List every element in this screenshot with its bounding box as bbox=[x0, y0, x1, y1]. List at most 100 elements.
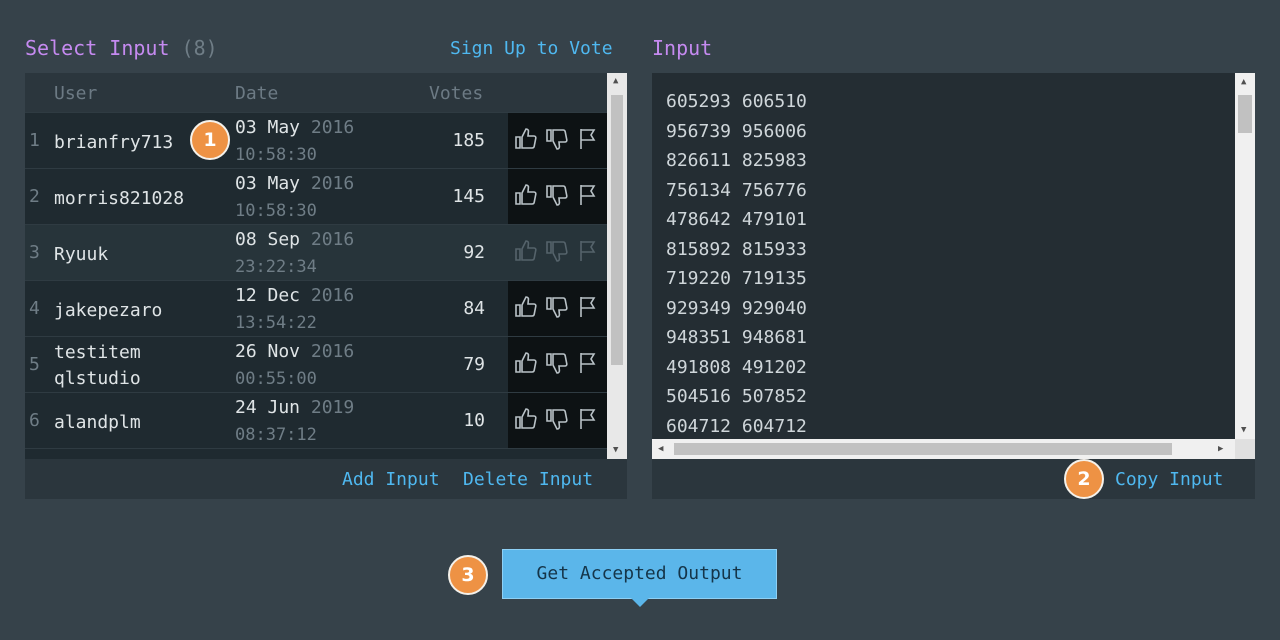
scroll-down-arrow-icon[interactable]: ▼ bbox=[1241, 425, 1246, 435]
row-date: 03 May 2016 bbox=[235, 173, 355, 194]
input-line: 826611 825983 bbox=[666, 150, 807, 171]
scroll-thumb[interactable] bbox=[1238, 95, 1252, 133]
flag-icon[interactable] bbox=[576, 407, 602, 433]
row-actions bbox=[508, 393, 607, 448]
row-user: testitem qlstudio bbox=[54, 342, 141, 389]
table-vertical-scrollbar[interactable]: ▲ ▼ bbox=[607, 73, 627, 459]
scroll-thumb[interactable] bbox=[611, 95, 623, 365]
thumbs-up-icon[interactable] bbox=[514, 407, 540, 433]
row-index: 5 bbox=[29, 354, 40, 375]
scroll-left-arrow-icon[interactable]: ◀ bbox=[658, 444, 663, 454]
scroll-up-arrow-icon[interactable]: ▲ bbox=[613, 76, 618, 86]
input-line: 504516 507852 bbox=[666, 386, 807, 407]
thumbs-down-icon[interactable] bbox=[545, 239, 571, 265]
row-index: 2 bbox=[29, 186, 40, 207]
thumbs-up-icon[interactable] bbox=[514, 127, 540, 153]
row-date: 12 Dec 2016 bbox=[235, 285, 355, 306]
flag-icon[interactable] bbox=[576, 295, 602, 321]
thumbs-down-icon[interactable] bbox=[545, 351, 571, 377]
row-user: jakepezaro bbox=[54, 300, 163, 321]
row-actions bbox=[508, 169, 607, 224]
row-index: 1 bbox=[29, 130, 40, 151]
flag-icon[interactable] bbox=[576, 127, 602, 153]
step-badge-2: 2 bbox=[1064, 459, 1104, 499]
copy-input-button[interactable]: Copy Input bbox=[1115, 469, 1223, 490]
input-content: 605293 606510 956739 956006 826611 82598… bbox=[666, 90, 807, 444]
row-user: Ryuuk bbox=[54, 244, 109, 265]
thumbs-up-icon[interactable] bbox=[514, 295, 540, 321]
thumbs-down-icon[interactable] bbox=[545, 295, 571, 321]
row-index: 3 bbox=[29, 242, 40, 263]
row-actions bbox=[508, 281, 607, 336]
row-user: morris821028 bbox=[54, 188, 185, 209]
row-votes: 10 bbox=[463, 410, 485, 431]
scroll-down-arrow-icon[interactable]: ▼ bbox=[613, 445, 618, 455]
scroll-right-arrow-icon[interactable]: ▶ bbox=[1218, 444, 1223, 454]
row-actions bbox=[508, 113, 607, 168]
row-time: 10:58:30 bbox=[235, 201, 317, 221]
thumbs-down-icon[interactable] bbox=[545, 127, 571, 153]
select-input-title: Select Input (8) bbox=[25, 36, 218, 60]
input-textarea[interactable]: 605293 606510 956739 956006 826611 82598… bbox=[652, 73, 1255, 459]
table-row[interactable]: 2 morris821028 03 May 2016 10:58:30 145 bbox=[25, 168, 607, 224]
step-badge-3: 3 bbox=[448, 555, 488, 595]
input-line: 491808 491202 bbox=[666, 356, 807, 378]
get-accepted-output-button[interactable]: Get Accepted Output bbox=[502, 549, 777, 607]
input-vertical-scrollbar[interactable]: ▲ ▼ bbox=[1235, 73, 1255, 439]
input-horizontal-scrollbar[interactable]: ◀ ▶ bbox=[652, 439, 1235, 459]
input-line: 948351 948681 bbox=[666, 327, 807, 348]
input-line: 956739 956006 bbox=[666, 120, 807, 142]
row-user: alandplm bbox=[54, 412, 141, 433]
row-actions bbox=[508, 225, 607, 280]
table-row-partial bbox=[25, 448, 607, 459]
table-row[interactable]: 6 alandplm 24 Jun 2019 08:37:12 10 bbox=[25, 392, 607, 448]
input-line: 929349 929040 bbox=[666, 297, 807, 319]
input-count: (8) bbox=[181, 36, 218, 60]
sign-up-to-vote-link[interactable]: Sign Up to Vote bbox=[450, 38, 613, 59]
input-line: 605293 606510 bbox=[666, 91, 807, 112]
input-line: 815892 815933 bbox=[666, 238, 807, 260]
flag-icon[interactable] bbox=[576, 239, 602, 265]
table-row[interactable]: 5 testitem qlstudio 26 Nov 2016 00:55:00 … bbox=[25, 336, 607, 392]
row-date: 03 May 2016 bbox=[235, 117, 355, 138]
select-input-label: Select Input bbox=[25, 36, 170, 60]
row-time: 23:22:34 bbox=[235, 257, 317, 277]
input-line: 478642 479101 bbox=[666, 209, 807, 230]
row-index: 4 bbox=[29, 298, 40, 319]
row-user: brianfry713 bbox=[54, 132, 174, 153]
scroll-thumb[interactable] bbox=[674, 443, 1172, 455]
row-actions bbox=[508, 337, 607, 392]
row-date: 26 Nov 2016 bbox=[235, 341, 355, 362]
thumbs-down-icon[interactable] bbox=[545, 407, 571, 433]
add-input-button[interactable]: Add Input bbox=[342, 469, 440, 490]
left-panel-footer: Add Input Delete Input bbox=[25, 459, 627, 499]
row-votes: 84 bbox=[463, 298, 485, 319]
thumbs-down-icon[interactable] bbox=[545, 183, 571, 209]
thumbs-up-icon[interactable] bbox=[514, 351, 540, 377]
inputs-table: User Date Votes 1 brianfry713 03 May 201… bbox=[25, 73, 627, 459]
row-date: 24 Jun 2019 bbox=[235, 397, 355, 418]
thumbs-up-icon[interactable] bbox=[514, 183, 540, 209]
row-votes: 145 bbox=[452, 186, 485, 207]
row-time: 00:55:00 bbox=[235, 369, 317, 389]
table-row[interactable]: 3 Ryuuk 08 Sep 2016 23:22:34 92 bbox=[25, 224, 607, 280]
right-panel-footer: Copy Input bbox=[652, 459, 1255, 499]
column-user: User bbox=[54, 83, 98, 104]
flag-icon[interactable] bbox=[576, 183, 602, 209]
thumbs-up-icon[interactable] bbox=[514, 239, 540, 265]
scroll-up-arrow-icon[interactable]: ▲ bbox=[1241, 77, 1246, 87]
flag-icon[interactable] bbox=[576, 351, 602, 377]
row-votes: 92 bbox=[463, 242, 485, 263]
input-line: 756134 756776 bbox=[666, 179, 807, 201]
row-index: 6 bbox=[29, 410, 40, 431]
row-time: 13:54:22 bbox=[235, 313, 317, 333]
column-votes: Votes bbox=[429, 83, 484, 104]
row-time: 08:37:12 bbox=[235, 425, 317, 445]
table-row[interactable]: 1 brianfry713 03 May 2016 10:58:30 185 bbox=[25, 112, 607, 168]
input-title: Input bbox=[652, 36, 713, 60]
table-header: User Date Votes bbox=[25, 73, 607, 112]
row-time: 10:58:30 bbox=[235, 145, 317, 165]
table-row[interactable]: 4 jakepezaro 12 Dec 2016 13:54:22 84 bbox=[25, 280, 607, 336]
step-badge-1: 1 bbox=[190, 120, 230, 160]
delete-input-button[interactable]: Delete Input bbox=[463, 469, 593, 490]
